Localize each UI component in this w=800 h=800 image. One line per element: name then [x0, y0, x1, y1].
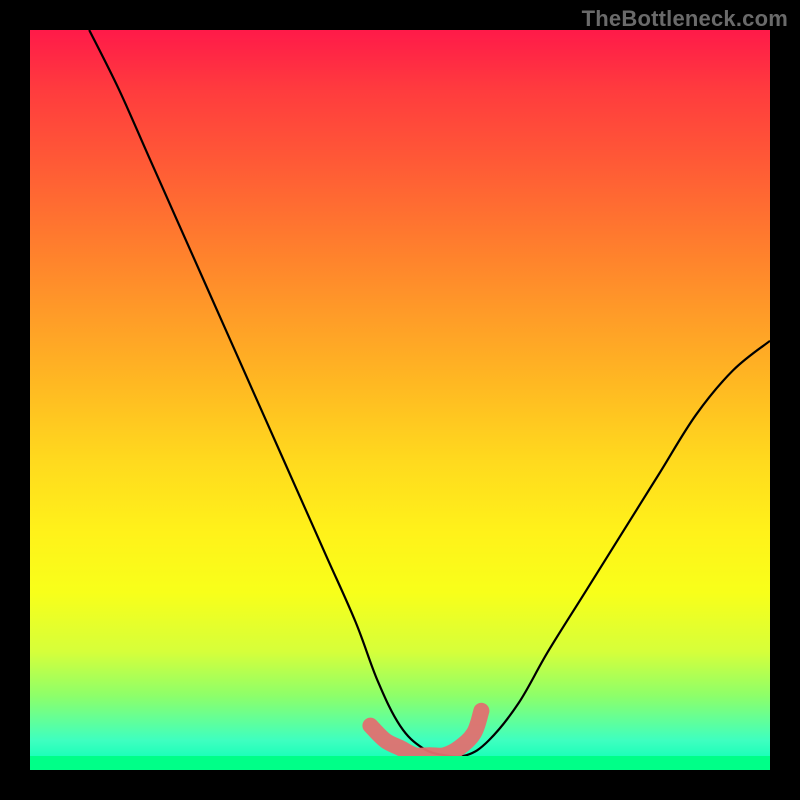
plot-area — [30, 30, 770, 770]
curve-layer — [30, 30, 770, 770]
watermark-text: TheBottleneck.com — [582, 6, 788, 32]
chart-frame: TheBottleneck.com — [0, 0, 800, 800]
black-curve — [89, 30, 770, 757]
green-baseline-strip — [30, 756, 770, 770]
pink-marker — [370, 711, 481, 756]
